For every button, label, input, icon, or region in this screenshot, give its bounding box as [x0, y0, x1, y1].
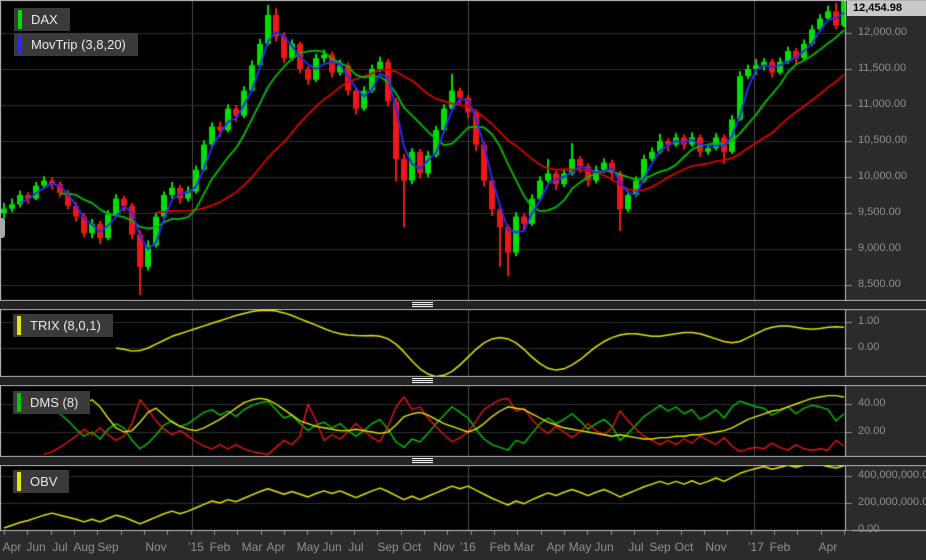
charting-application: DAX MovTrip (3,8,20) TRIX (8,0,1) DMS (8… — [0, 0, 926, 560]
trix-series-marker — [17, 316, 21, 335]
obv-plot-area[interactable] — [0, 465, 846, 531]
dms-series-marker — [17, 393, 21, 412]
divider-grip-icon[interactable] — [412, 458, 433, 464]
obv-axis[interactable] — [846, 465, 926, 531]
divider-grip-icon[interactable] — [412, 302, 433, 308]
dms-axis[interactable] — [846, 385, 926, 457]
main-price-axis[interactable] — [846, 0, 926, 301]
left-resize-handle[interactable] — [0, 218, 5, 238]
time-axis[interactable] — [0, 531, 926, 560]
dax-series-marker — [18, 10, 22, 29]
last-price-marker: 12,454.98 — [847, 1, 926, 16]
trix-plot-area[interactable] — [0, 309, 846, 377]
legend-chip-movtrip[interactable]: MovTrip (3,8,20) — [14, 33, 138, 56]
obv-series-marker — [17, 472, 21, 491]
legend-dms-label: DMS (8) — [30, 395, 79, 410]
legend-chip-dms[interactable]: DMS (8) — [13, 391, 91, 414]
legend-obv-label: OBV — [30, 474, 58, 489]
panel-divider-trix-dms[interactable] — [0, 377, 926, 385]
legend-chip-obv[interactable]: OBV — [13, 470, 70, 493]
legend-dax-label: DAX — [31, 12, 58, 27]
legend-movtrip-label: MovTrip (3,8,20) — [31, 37, 126, 52]
divider-grip-icon[interactable] — [412, 378, 433, 384]
panel-divider-main-trix[interactable] — [0, 301, 926, 309]
trix-axis[interactable] — [846, 309, 926, 377]
legend-chip-dax[interactable]: DAX — [14, 8, 70, 31]
panel-divider-dms-obv[interactable] — [0, 457, 926, 465]
legend-trix-label: TRIX (8,0,1) — [30, 318, 101, 333]
dms-plot-area[interactable] — [0, 385, 846, 457]
movtrip-series-marker — [18, 35, 22, 54]
legend-chip-trix[interactable]: TRIX (8,0,1) — [13, 314, 113, 337]
